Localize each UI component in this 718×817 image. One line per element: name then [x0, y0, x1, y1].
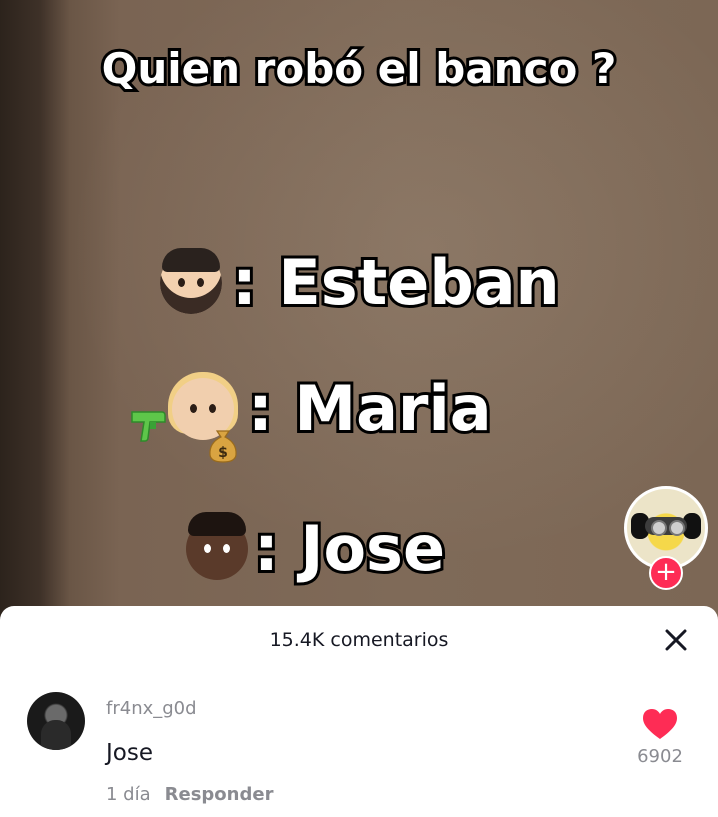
video-question-text: Quien robó el banco ? — [99, 41, 620, 96]
video-background[interactable]: Quien robó el banco ? : Esteban : Maria … — [0, 0, 718, 620]
follow-plus-icon[interactable]: + — [649, 556, 683, 590]
close-icon[interactable] — [660, 624, 692, 656]
svg-text:$: $ — [218, 445, 228, 461]
comments-panel: 15.4K comentarios fr4nx_g0d Jose 1 día Re… — [0, 606, 718, 817]
option-name-jose: : Jose — [251, 509, 448, 588]
option-jose: : Jose — [186, 509, 448, 588]
option-esteban: : Esteban — [160, 243, 563, 322]
bearded-man-emoji — [160, 247, 222, 314]
comment-text: Jose — [106, 740, 153, 766]
comment-time: 1 día — [106, 784, 151, 805]
like-count: 6902 — [637, 746, 683, 767]
comment-username[interactable]: fr4nx_g0d — [106, 698, 197, 719]
option-name-maria: : Maria — [245, 369, 495, 448]
comment-meta: 1 día Responder — [106, 784, 273, 805]
comment-count: 15.4K comentarios — [269, 629, 449, 651]
user-avatar[interactable] — [27, 692, 85, 750]
reply-button[interactable]: Responder — [165, 784, 274, 805]
water-gun-emoji — [131, 411, 166, 442]
dark-skin-man-emoji — [186, 511, 248, 580]
money-bag-emoji: $ — [209, 430, 237, 463]
heart-icon[interactable] — [641, 707, 679, 741]
option-name-esteban: : Esteban — [229, 243, 563, 322]
